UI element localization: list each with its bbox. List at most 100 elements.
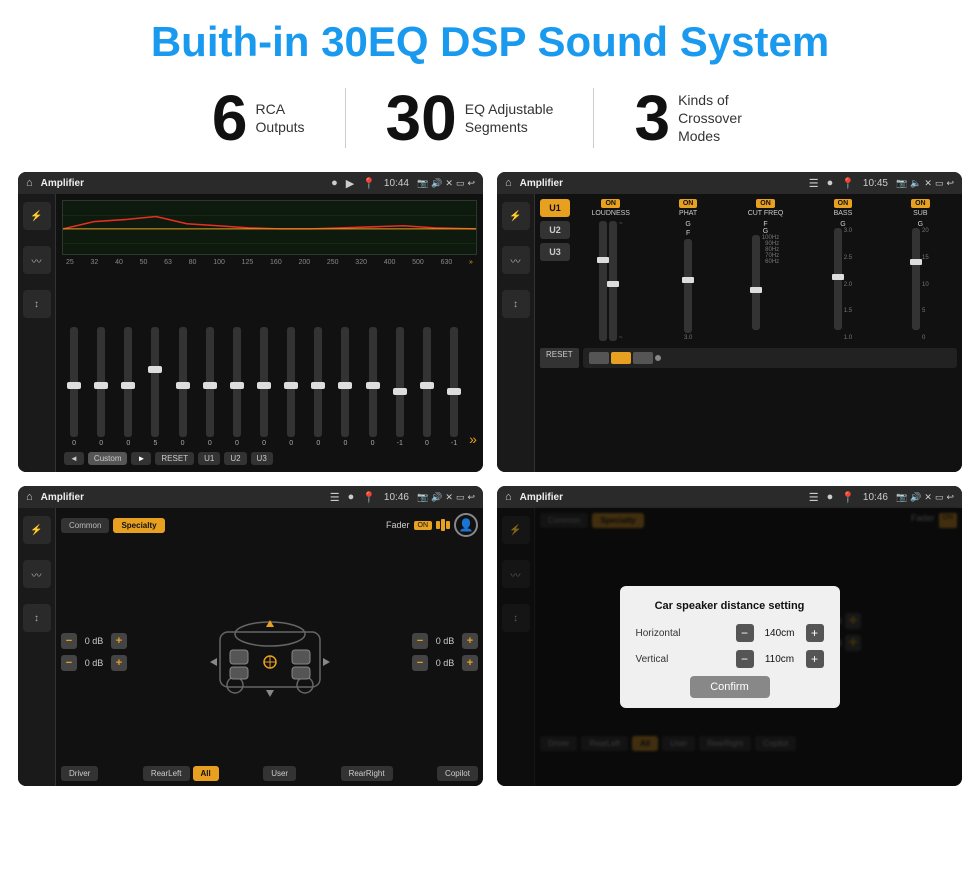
- eq-u1-btn[interactable]: U1: [198, 452, 220, 465]
- tab-common[interactable]: Common: [61, 518, 109, 533]
- eq-u3-btn[interactable]: U3: [251, 452, 273, 465]
- bass-content: G 3.0 2.5 2.0 1.5: [834, 221, 852, 341]
- eq-bottom-bar: ◄ Custom ► RESET U1 U2 U3: [62, 449, 477, 468]
- cutfreq-slider-1[interactable]: [752, 235, 760, 330]
- pos-driver[interactable]: Driver: [61, 766, 98, 781]
- sub-labels: 20 15 10 5 0: [922, 228, 929, 341]
- crossover-reset-btn[interactable]: RESET: [540, 348, 579, 368]
- dialog-vertical-plus[interactable]: +: [806, 650, 824, 668]
- cross-vol-btn[interactable]: ↕: [502, 290, 530, 318]
- preset-u2[interactable]: U2: [540, 221, 570, 239]
- pos-rearleft[interactable]: RearLeft: [143, 766, 190, 781]
- db-plus-3[interactable]: +: [462, 633, 478, 649]
- bass-on: ON: [834, 199, 853, 208]
- eq-slider-3[interactable]: 5: [143, 270, 167, 447]
- eq-reset-btn[interactable]: RESET: [155, 452, 194, 465]
- eq-sidebar: ⚡ 〰 ↕: [18, 194, 56, 472]
- topbar-crossover: ⌂ Amplifier ☰ ● 📍 10:45 📷🔈✕▭↩: [497, 172, 962, 194]
- db-row-3: − 0 dB +: [412, 633, 478, 649]
- specialty-center: − 0 dB + − 0 dB +: [61, 541, 478, 762]
- eq-slider-1[interactable]: 0: [89, 270, 113, 447]
- eq-slider-12[interactable]: -1: [388, 270, 412, 447]
- screen-crossover: ⌂ Amplifier ☰ ● 📍 10:45 📷🔈✕▭↩ ⚡ 〰 ↕ U1: [497, 172, 962, 472]
- eq-slider-0[interactable]: 0: [62, 270, 86, 447]
- loudness-on: ON: [601, 199, 620, 208]
- topbar-dialog-controls: 📷🔊✕▭↩: [896, 492, 954, 503]
- eq-slider-8[interactable]: 0: [279, 270, 303, 447]
- eq-slider-14[interactable]: -1: [442, 270, 466, 447]
- pos-all[interactable]: All: [193, 766, 219, 781]
- db-plus-4[interactable]: +: [462, 655, 478, 671]
- db-val-4: 0 dB: [431, 658, 459, 668]
- dialog-vertical-minus[interactable]: −: [736, 650, 754, 668]
- eq-play-btn[interactable]: ►: [131, 452, 151, 465]
- eq-filter-btn[interactable]: ⚡: [23, 202, 51, 230]
- eq-slider-5[interactable]: 0: [198, 270, 222, 447]
- cross-wave-btn[interactable]: 〰: [502, 246, 530, 274]
- eq-slider-4[interactable]: 0: [171, 270, 195, 447]
- db-row-1: − 0 dB +: [61, 633, 127, 649]
- phat-slider[interactable]: [684, 239, 692, 333]
- eq-u2-btn[interactable]: U2: [224, 452, 246, 465]
- eq-slider-10[interactable]: 0: [333, 270, 357, 447]
- eq-custom-btn[interactable]: Custom: [88, 452, 128, 465]
- home-icon-4: ⌂: [505, 491, 512, 503]
- db-row-2: − 0 dB +: [61, 655, 127, 671]
- db-minus-3[interactable]: −: [412, 633, 428, 649]
- dot3-icon: ●: [348, 491, 355, 503]
- crossover-bar: [583, 348, 957, 368]
- specialty-bottom-row: Driver RearLeft All User RearRight Copil…: [61, 766, 478, 781]
- topbar-specialty-time: 10:46: [384, 492, 409, 503]
- pos-user[interactable]: User: [263, 766, 296, 781]
- tab-specialty[interactable]: Specialty: [113, 518, 164, 533]
- preset-u1[interactable]: U1: [540, 199, 570, 217]
- stat-crossover: 3 Kinds of Crossover Modes: [594, 86, 808, 150]
- eq-vol-btn[interactable]: ↕: [23, 290, 51, 318]
- specialty-content: ⚡ 〰 ↕ Common Specialty Fader ON: [18, 508, 483, 786]
- db-plus-2[interactable]: +: [111, 655, 127, 671]
- eq-slider-6[interactable]: 0: [225, 270, 249, 447]
- db-minus-2[interactable]: −: [61, 655, 77, 671]
- dialog-confirm-button[interactable]: Confirm: [690, 676, 770, 698]
- dialog-overlay: Car speaker distance setting Horizontal …: [497, 508, 962, 786]
- user-icon[interactable]: 👤: [454, 513, 478, 537]
- pos-copilot[interactable]: Copilot: [437, 766, 478, 781]
- specialty-right-col: − 0 dB + − 0 dB +: [412, 541, 478, 762]
- db-plus-1[interactable]: +: [111, 633, 127, 649]
- fader-bars: [436, 519, 450, 531]
- spec-filter-btn[interactable]: ⚡: [23, 516, 51, 544]
- specialty-main: Common Specialty Fader ON 👤: [56, 508, 483, 786]
- loudness-slider-2[interactable]: [609, 221, 617, 341]
- db-val-1: 0 dB: [80, 636, 108, 646]
- pos-rearright[interactable]: RearRight: [341, 766, 393, 781]
- eq-wave-btn[interactable]: 〰: [23, 246, 51, 274]
- eq-sliders: 0 0 0 5 0: [62, 270, 477, 449]
- topbar-eq-controls: 📷🔊✕▭↩: [417, 178, 475, 189]
- eq-content: ⚡ 〰 ↕: [18, 194, 483, 472]
- dialog-content: ⚡ 〰 ↕ Common Specialty Fader ON − 0 dB: [497, 508, 962, 786]
- eq-slider-13[interactable]: 0: [415, 270, 439, 447]
- loudness-sliders: ~~: [599, 221, 623, 341]
- screens-grid: ⌂ Amplifier ● ▶ 📍 10:44 📷🔊✕▭↩ ⚡ 〰 ↕: [0, 166, 980, 796]
- eq-slider-11[interactable]: 0: [361, 270, 385, 447]
- eq-slider-7[interactable]: 0: [252, 270, 276, 447]
- preset-u3[interactable]: U3: [540, 243, 570, 261]
- crossover-channels: ON LOUDNESS ~: [574, 199, 957, 341]
- eq-slider-9[interactable]: 0: [306, 270, 330, 447]
- bass-slider[interactable]: [834, 228, 842, 330]
- sub-slider[interactable]: [912, 228, 920, 330]
- cutfreq-on: ON: [756, 199, 775, 208]
- db-minus-1[interactable]: −: [61, 633, 77, 649]
- spec-wave-btn[interactable]: 〰: [23, 560, 51, 588]
- spec-vol-btn[interactable]: ↕: [23, 604, 51, 632]
- eq-slider-2[interactable]: 0: [116, 270, 140, 447]
- eq-more-btn[interactable]: »: [469, 431, 477, 447]
- topbar-crossover-time: 10:45: [863, 178, 888, 189]
- loudness-slider-1[interactable]: [599, 221, 607, 341]
- db-minus-4[interactable]: −: [412, 655, 428, 671]
- dialog-horizontal-plus[interactable]: +: [806, 624, 824, 642]
- pin4-icon: 📍: [841, 491, 855, 504]
- cross-filter-btn[interactable]: ⚡: [502, 202, 530, 230]
- dialog-horizontal-minus[interactable]: −: [736, 624, 754, 642]
- eq-prev-btn[interactable]: ◄: [64, 452, 84, 465]
